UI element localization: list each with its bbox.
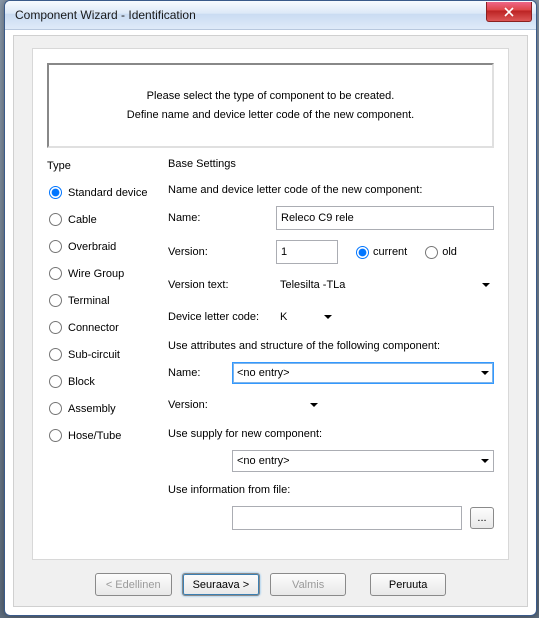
attr-heading: Use attributes and structure of the foll…: [168, 340, 494, 352]
supply-value: <no entry>: [233, 455, 477, 467]
back-button: < Edellinen: [95, 573, 172, 596]
close-button[interactable]: [486, 2, 532, 22]
client-area: Please select the type of component to b…: [13, 35, 528, 607]
attr-name-label: Name:: [168, 367, 224, 379]
base-group-label: Base Settings: [168, 158, 494, 170]
type-radio-standard-device[interactable]: Standard device: [49, 186, 157, 199]
next-button[interactable]: Seuraava >: [182, 573, 261, 596]
version-current-radio[interactable]: current: [356, 246, 407, 259]
form-panel: Please select the type of component to b…: [32, 48, 509, 560]
device-code-label: Device letter code:: [168, 311, 268, 323]
wizard-buttons: < Edellinen Seuraava > Valmis Peruuta: [14, 573, 527, 596]
type-radio-connector[interactable]: Connector: [49, 321, 157, 334]
type-radio-label: Connector: [68, 322, 119, 334]
base-settings-group: Base Settings Name and device letter cod…: [157, 158, 494, 540]
intro-box: Please select the type of component to b…: [47, 63, 494, 148]
finish-button: Valmis: [270, 573, 346, 596]
attr-version-label: Version:: [168, 399, 224, 411]
name-field[interactable]: [276, 206, 494, 230]
type-radio-label: Overbraid: [68, 241, 116, 253]
type-group-label: Type: [47, 160, 157, 172]
version-text-combo[interactable]: Telesilta -TLa: [276, 275, 494, 295]
version-field[interactable]: [276, 240, 338, 264]
cancel-button[interactable]: Peruuta: [370, 573, 446, 596]
version-text-label: Version text:: [168, 279, 268, 291]
type-radio-overbraid[interactable]: Overbraid: [49, 240, 157, 253]
file-label: Use information from file:: [168, 484, 494, 496]
type-radio-label: Terminal: [68, 295, 110, 307]
type-radio-label: Standard device: [68, 187, 148, 199]
browse-button[interactable]: ...: [470, 507, 494, 529]
attr-name-value: <no entry>: [233, 367, 477, 379]
file-field[interactable]: [232, 506, 462, 530]
type-radio-label: Wire Group: [68, 268, 124, 280]
version-old-radio[interactable]: old: [425, 246, 457, 259]
intro-line-1: Please select the type of component to b…: [59, 87, 482, 106]
type-radio-cable[interactable]: Cable: [49, 213, 157, 226]
type-radio-label: Assembly: [68, 403, 116, 415]
attr-version-combo[interactable]: [232, 395, 322, 415]
type-radio-assembly[interactable]: Assembly: [49, 402, 157, 415]
supply-combo[interactable]: <no entry>: [232, 450, 494, 472]
type-radio-terminal[interactable]: Terminal: [49, 294, 157, 307]
device-code-value: K: [276, 311, 320, 323]
type-radio-label: Cable: [68, 214, 97, 226]
type-radio-block[interactable]: Block: [49, 375, 157, 388]
close-icon: [504, 7, 514, 17]
chevron-down-icon: [478, 275, 494, 295]
version-old-label: old: [442, 246, 457, 258]
type-radio-sub-circuit[interactable]: Sub-circuit: [49, 348, 157, 361]
name-label: Name:: [168, 212, 268, 224]
version-current-label: current: [373, 246, 407, 258]
type-radio-label: Hose/Tube: [68, 430, 121, 442]
attr-name-combo[interactable]: <no entry>: [232, 362, 494, 384]
chevron-down-icon: [477, 363, 493, 383]
chevron-down-icon: [306, 395, 322, 415]
type-radio-label: Sub-circuit: [68, 349, 120, 361]
base-heading: Name and device letter code of the new c…: [168, 184, 494, 196]
device-code-combo[interactable]: K: [276, 307, 336, 327]
intro-line-2: Define name and device letter code of th…: [59, 106, 482, 125]
chevron-down-icon: [320, 307, 336, 327]
titlebar: Component Wizard - Identification: [5, 1, 536, 30]
chevron-down-icon: [477, 451, 493, 471]
dialog-window: Component Wizard - Identification Please…: [4, 0, 537, 616]
type-radio-wire-group[interactable]: Wire Group: [49, 267, 157, 280]
window-title: Component Wizard - Identification: [15, 8, 486, 22]
type-group: Type Standard device Cable Overbraid Wire G…: [47, 158, 157, 540]
version-text-value: Telesilta -TLa: [276, 279, 478, 291]
version-label: Version:: [168, 246, 268, 258]
type-radio-hose-tube[interactable]: Hose/Tube: [49, 429, 157, 442]
type-radio-label: Block: [68, 376, 95, 388]
supply-label: Use supply for new component:: [168, 428, 494, 440]
